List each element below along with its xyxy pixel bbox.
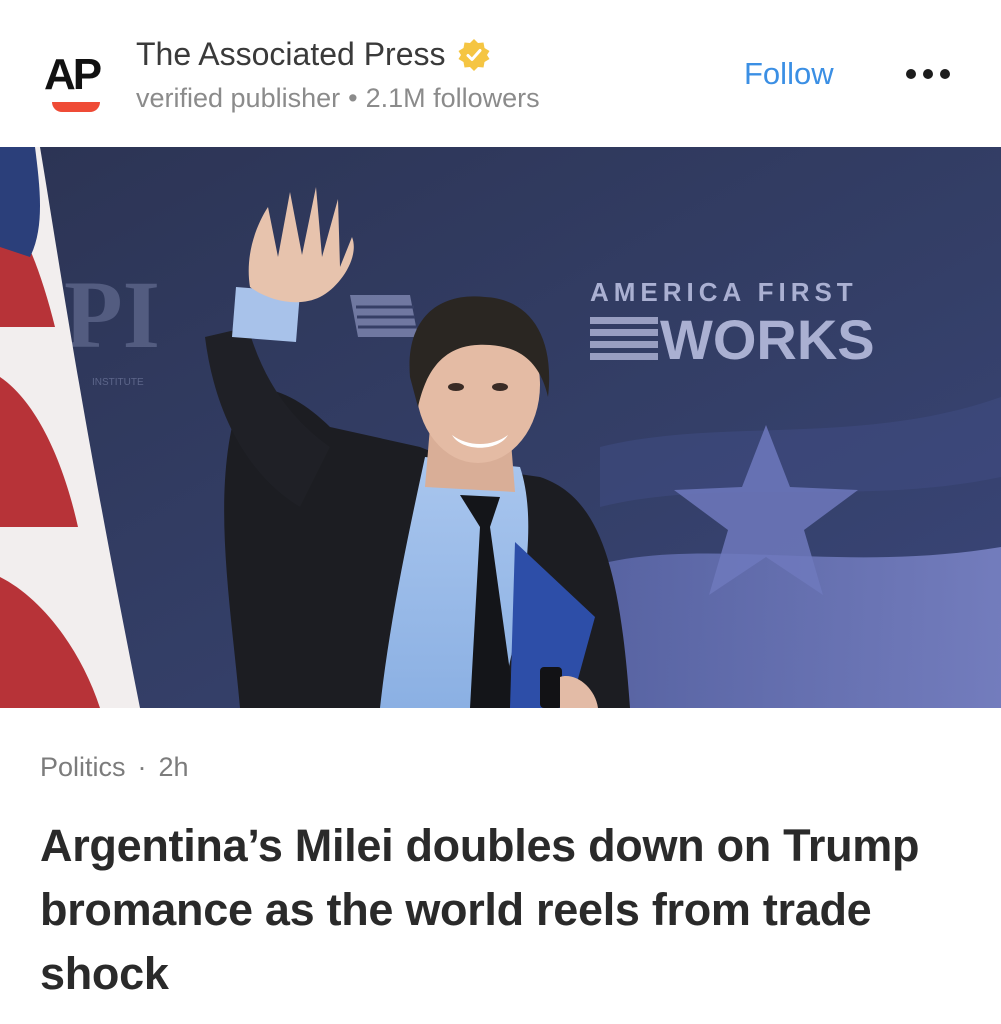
follower-count: 2.1M followers: [365, 83, 540, 113]
article-photo[interactable]: PI INSTITUTE AMERICA FIRST WORKS: [0, 147, 1001, 708]
article-category[interactable]: Politics: [40, 752, 126, 782]
article-meta: Politics · 2h: [40, 752, 189, 783]
backdrop-america-first: AMERICA FIRST: [590, 277, 858, 307]
article-age: 2h: [158, 752, 189, 782]
publisher-logo[interactable]: AP: [40, 44, 112, 116]
dot-3: [940, 69, 950, 79]
backdrop-works-text: WORKS: [660, 308, 875, 371]
publisher-header: AP The Associated Press verified publish…: [0, 0, 1001, 147]
backdrop-left-logo: PI: [64, 261, 160, 368]
dot-2: [923, 69, 933, 79]
article-headline[interactable]: Argentina’s Milei doubles down on Trump …: [40, 814, 970, 1006]
logo-text: AP: [44, 50, 102, 99]
publisher-name-row: The Associated Press: [136, 36, 491, 73]
publisher-name[interactable]: The Associated Press: [136, 36, 445, 73]
meta-dot: ·: [137, 752, 147, 782]
verified-badge-icon: [457, 38, 491, 72]
more-options-icon[interactable]: [906, 62, 956, 86]
dot-1: [906, 69, 916, 79]
meta-separator: •: [348, 83, 358, 113]
publisher-meta: verified publisher • 2.1M followers: [136, 83, 540, 114]
verified-publisher-label: verified publisher: [136, 83, 341, 113]
logo-smile-mark: [52, 102, 100, 112]
follow-button[interactable]: Follow: [744, 56, 834, 92]
backdrop-institute-text: INSTITUTE: [92, 377, 144, 388]
